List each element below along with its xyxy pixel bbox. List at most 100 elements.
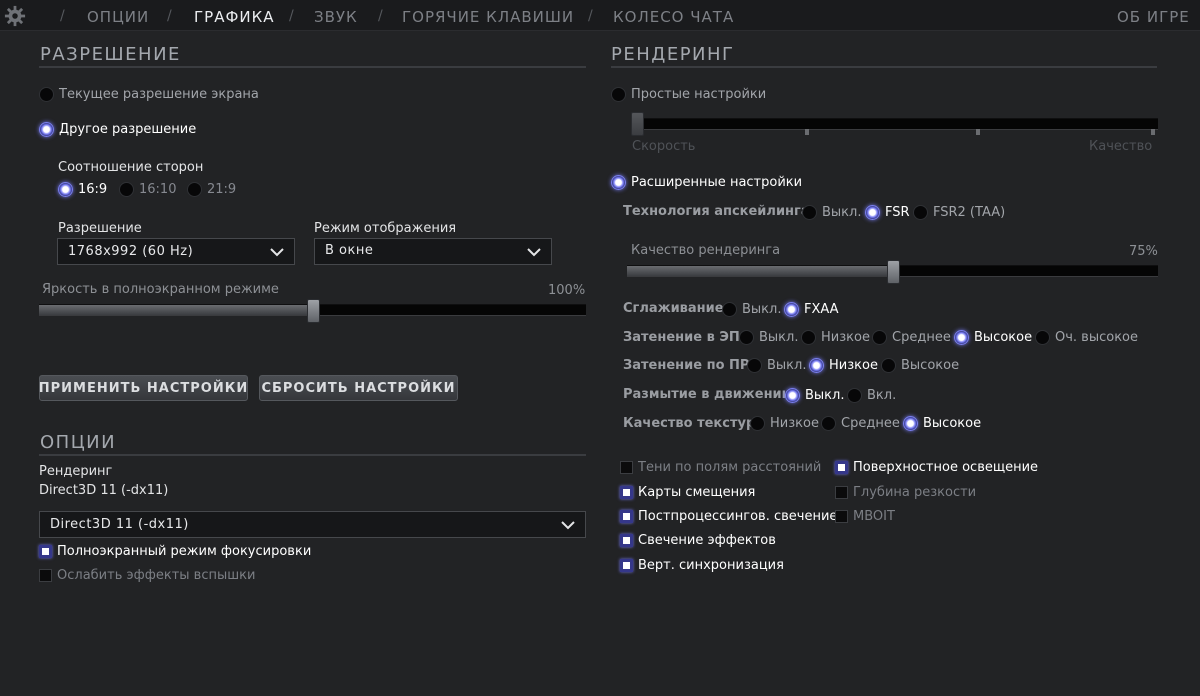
dropdown-value: Direct3D 11 (-dx11) xyxy=(50,517,189,532)
radio-dot xyxy=(847,388,862,403)
radio-label: FXAA xyxy=(804,302,839,317)
tab-sound[interactable]: ЗВУК xyxy=(314,8,358,26)
radio-motion-blur-on[interactable]: Вкл. xyxy=(847,388,896,403)
radio-label: FSR xyxy=(885,205,910,220)
radio-aspect-16-10[interactable]: 16:10 xyxy=(119,182,176,197)
radio-label: Расширенные настройки xyxy=(631,175,803,190)
brightness-slider[interactable] xyxy=(39,299,586,323)
radio-upscaling-off[interactable]: Выкл. xyxy=(802,205,861,220)
radio-aa-fxaa[interactable]: FXAA xyxy=(784,302,839,317)
radio-simple-settings[interactable]: Простые настройки xyxy=(611,87,766,102)
checkbox-post-process-bloom[interactable]: Постпроцессингов. свечение xyxy=(620,509,837,524)
checkbox-reduce-flash[interactable]: Ослабить эффекты вспышки xyxy=(39,568,255,583)
radio-dot xyxy=(903,416,918,431)
radio-texture-low[interactable]: Низкое xyxy=(750,416,819,431)
slider-fill xyxy=(627,266,893,276)
tab-separator: / xyxy=(378,8,383,24)
resolution-dropdown[interactable]: 1768x992 (60 Hz) xyxy=(57,238,295,265)
checkbox-box xyxy=(835,486,848,499)
radio-aa-off[interactable]: Выкл. xyxy=(722,302,781,317)
radio-dot xyxy=(119,182,134,197)
texture-quality-label: Качество текстур xyxy=(623,416,756,431)
display-mode-dropdown[interactable]: В окне xyxy=(314,238,552,265)
radio-upscaling-fsr[interactable]: FSR xyxy=(865,205,910,220)
radio-rt-off[interactable]: Выкл. xyxy=(747,358,806,373)
quality-label: Качество xyxy=(1089,139,1153,154)
checkbox-label: Ослабить эффекты вспышки xyxy=(57,568,256,583)
checkbox-effects-glow[interactable]: Свечение эффектов xyxy=(620,533,776,548)
checkbox-fullscreen-focus[interactable]: Полноэкранный режим фокусировки xyxy=(39,544,311,559)
checkbox-surface-lighting[interactable]: Поверхностное освещение xyxy=(835,460,1038,475)
slider-tick xyxy=(1151,129,1155,135)
radio-label: 16:9 xyxy=(78,182,108,197)
slider-thumb[interactable] xyxy=(307,299,320,323)
quality-preset-slider[interactable] xyxy=(631,112,1158,136)
motion-blur-label: Размытие в движении xyxy=(623,387,791,402)
tab-separator: / xyxy=(588,8,593,24)
tab-separator: / xyxy=(167,8,172,24)
brightness-value: 100% xyxy=(548,283,586,298)
radio-rt-high[interactable]: Высокое xyxy=(881,358,959,373)
top-navigation xyxy=(0,0,1200,31)
speed-label: Скорость xyxy=(632,139,696,154)
brightness-label: Яркость в полноэкранном режиме xyxy=(42,282,279,297)
radio-texture-medium[interactable]: Среднее xyxy=(821,416,900,431)
tab-chat-wheel[interactable]: КОЛЕСО ЧАТА xyxy=(613,8,734,26)
display-mode-label: Режим отображения xyxy=(314,221,457,236)
tab-hotkeys[interactable]: ГОРЯЧИЕ КЛАВИШИ xyxy=(402,8,574,26)
checkbox-box xyxy=(39,569,52,582)
slider-thumb[interactable] xyxy=(631,112,644,136)
checkbox-box xyxy=(620,461,633,474)
checkbox-vsync[interactable]: Верт. синхронизация xyxy=(620,558,784,573)
rendering-api-current: Direct3D 11 (-dx11) xyxy=(39,483,169,498)
radio-texture-high[interactable]: Высокое xyxy=(903,416,981,431)
radio-aspect-16-9[interactable]: 16:9 xyxy=(58,182,107,197)
radio-other-resolution[interactable]: Другое разрешение xyxy=(39,122,196,137)
render-quality-slider[interactable] xyxy=(627,260,1158,284)
rendering-api-label: Рендеринг xyxy=(39,464,113,479)
radio-dot xyxy=(821,416,836,431)
checkbox-label: Постпроцессингов. свечение xyxy=(638,509,838,524)
tab-options[interactable]: ОПЦИИ xyxy=(87,8,149,26)
checkbox-depth-of-field[interactable]: Глубина резкости xyxy=(835,485,976,500)
checkbox-displacement-maps[interactable]: Карты смещения xyxy=(620,485,755,500)
chevron-down-icon xyxy=(561,520,575,529)
radio-label: Среднее xyxy=(892,330,951,345)
radio-aspect-21-9[interactable]: 21:9 xyxy=(187,182,236,197)
slider-thumb[interactable] xyxy=(887,260,900,284)
gear-icon[interactable] xyxy=(4,5,26,27)
rendering-api-dropdown[interactable]: Direct3D 11 (-dx11) xyxy=(39,511,586,538)
checkbox-mboit[interactable]: MBOIT xyxy=(835,509,895,524)
radio-dot xyxy=(611,175,626,190)
radio-dot xyxy=(611,87,626,102)
tab-about[interactable]: ОБ ИГРЕ xyxy=(1117,8,1190,26)
upscaling-label: Технология апскейлинга xyxy=(623,204,810,219)
slider-tick xyxy=(976,129,980,135)
radio-label: Выкл. xyxy=(822,205,862,220)
checkbox-box xyxy=(835,461,848,474)
rt-shadows-label: Затенение по ПР xyxy=(623,358,750,373)
reset-settings-button[interactable]: СБРОСИТЬ НАСТРОЙКИ xyxy=(259,375,458,401)
tab-graphics[interactable]: ГРАФИКА xyxy=(194,8,275,26)
checkbox-label: Поверхностное освещение xyxy=(853,460,1039,475)
checkbox-distance-field-shadows[interactable]: Тени по полям расстояний xyxy=(620,460,821,475)
radio-advanced-settings[interactable]: Расширенные настройки xyxy=(611,175,802,190)
radio-rt-low[interactable]: Низкое xyxy=(809,358,878,373)
radio-upscaling-fsr2[interactable]: FSR2 (TAA) xyxy=(913,205,1005,220)
radio-dot xyxy=(1035,330,1050,345)
radio-ssao-medium[interactable]: Среднее xyxy=(872,330,951,345)
radio-motion-blur-off[interactable]: Выкл. xyxy=(785,388,844,403)
radio-ssao-low[interactable]: Низкое xyxy=(801,330,870,345)
radio-ssao-off[interactable]: Выкл. xyxy=(739,330,798,345)
radio-current-resolution[interactable]: Текущее разрешение экрана xyxy=(39,87,259,102)
render-quality-label: Качество рендеринга xyxy=(631,243,781,258)
slider-fill xyxy=(39,305,313,315)
radio-ssao-high[interactable]: Высокое xyxy=(954,330,1032,345)
checkbox-label: Глубина резкости xyxy=(853,485,977,500)
radio-label: Выкл. xyxy=(759,330,799,345)
radio-ssao-very-high[interactable]: Оч. высокое xyxy=(1035,330,1138,345)
render-quality-value: 75% xyxy=(1129,244,1158,259)
radio-label: Выкл. xyxy=(805,388,845,403)
apply-settings-button[interactable]: ПРИМЕНИТЬ НАСТРОЙКИ xyxy=(39,375,248,401)
radio-label: Низкое xyxy=(821,330,870,345)
